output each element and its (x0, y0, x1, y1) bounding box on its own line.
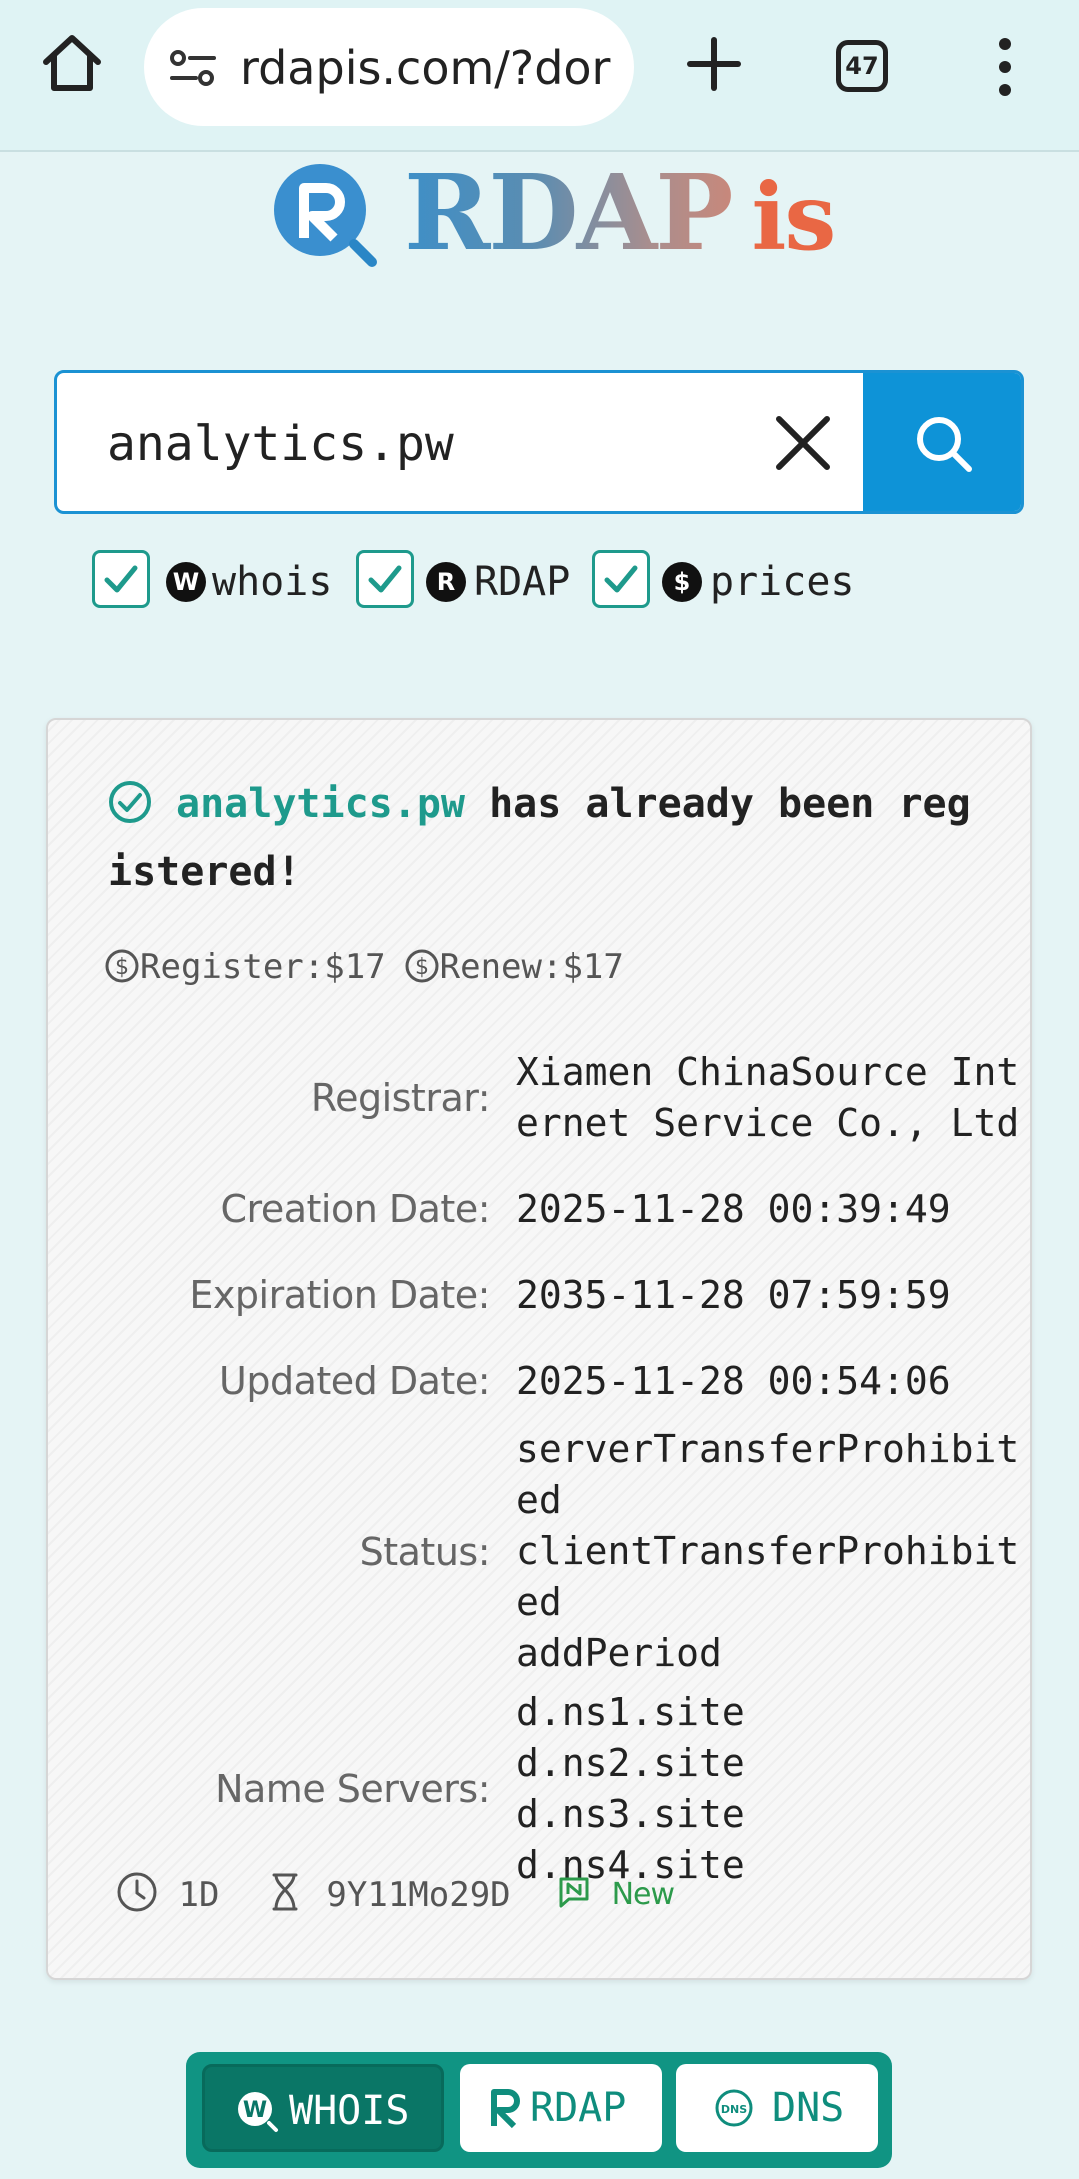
rdap-search-logo-icon (274, 164, 377, 267)
site-settings-icon[interactable] (168, 48, 218, 88)
rdap-icon: R (426, 562, 466, 602)
url-text[interactable]: rdapis.com/?dor (240, 38, 620, 98)
status-item: serverTransferProhibited (516, 1427, 1020, 1522)
svg-text:W: W (243, 2098, 267, 2123)
creation-date-value: 2025-11-28 00:39:49 (516, 1186, 951, 1231)
prices-checkbox[interactable] (592, 550, 650, 608)
table-row: Status: serverTransferProhibited clientT… (74, 1424, 1024, 1679)
table-row: Creation Date: 2025-11-28 00:39:49 (74, 1166, 1024, 1252)
address-bar[interactable]: rdapis.com/?dor (144, 8, 634, 126)
status-value: serverTransferProhibited clientTransferP… (516, 1424, 1024, 1679)
checkmark-icon (604, 565, 638, 593)
home-button[interactable] (38, 30, 106, 98)
browser-toolbar: rdapis.com/?dor 47 (0, 0, 1079, 152)
updated-date-label: Updated Date: (219, 1359, 490, 1403)
table-row: Registrar: Xiamen ChinaSource Internet S… (74, 1030, 1024, 1166)
dollar-icon: $ (662, 562, 702, 602)
domain-search-input[interactable] (107, 409, 747, 479)
rdap-icon (491, 2089, 520, 2129)
more-vert-icon (999, 38, 1011, 96)
logo-wordmark: RDAP is (404, 158, 837, 272)
tab-whois[interactable]: W WHOIS (202, 2064, 444, 2152)
tab-whois-label: WHOIS (289, 2088, 410, 2134)
dns-globe-icon: DNS (715, 2089, 753, 2127)
check-circle-icon (109, 781, 151, 823)
site-logo[interactable]: RDAP is (268, 158, 836, 271)
hourglass-icon (272, 1873, 298, 1910)
domain-search-form (54, 370, 1024, 514)
dollar-icon: $ (105, 949, 139, 982)
svg-text:$: $ (415, 955, 429, 980)
checkmark-icon (104, 565, 138, 593)
prices-label: prices (710, 559, 855, 605)
rdap-checkbox[interactable] (356, 550, 414, 608)
registrar-label: Registrar: (310, 1076, 491, 1120)
option-rdap[interactable]: R RDAP (356, 548, 576, 612)
domain-age: 1D (178, 1874, 220, 1915)
whois-details-table: Registrar: Xiamen ChinaSource Internet S… (74, 1030, 1024, 1899)
time-remaining: 9Y11Mo29D (326, 1874, 511, 1915)
table-row: Expiration Date: 2035-11-28 07:59:59 (74, 1252, 1024, 1338)
registrar-value: Xiamen ChinaSource Internet Service Co.,… (516, 1050, 1020, 1145)
price-row: $ Register:$17 $ Renew:$17 (104, 942, 642, 992)
plus-icon (687, 37, 741, 91)
more-menu-button[interactable] (990, 36, 1020, 98)
whois-icon: W (238, 2092, 278, 2132)
expiration-date-value: 2035-11-28 07:59:59 (516, 1272, 951, 1317)
clock-icon (117, 1872, 157, 1911)
tab-rdap-label: RDAP (530, 2085, 627, 2131)
whois-result-card: analytics.pw has already been registered… (46, 718, 1032, 1980)
updated-date-value: 2025-11-28 00:54:06 (516, 1358, 951, 1403)
svg-text:DNS: DNS (721, 2103, 747, 2116)
renew-price-text: Renew:$17 (439, 947, 624, 987)
whois-checkbox[interactable] (92, 550, 150, 608)
logo-is-text: is (751, 163, 837, 271)
creation-date-label: Creation Date: (220, 1187, 491, 1231)
tab-dns[interactable]: DNS DNS (676, 2064, 878, 2152)
name-server-item: d.ns1.site (516, 1690, 745, 1734)
table-row: Updated Date: 2025-11-28 00:54:06 (74, 1338, 1024, 1424)
search-icon (917, 417, 972, 472)
result-domain[interactable]: analytics.pw (176, 781, 465, 827)
name-server-item: d.ns3.site (516, 1792, 745, 1836)
status-item: addPeriod (516, 1631, 722, 1675)
tab-dns-label: DNS (772, 2085, 845, 2131)
new-tab-button[interactable] (684, 34, 744, 94)
clear-search-button[interactable] (773, 413, 833, 473)
register-price-text: Register:$17 (140, 947, 386, 987)
renew-price: $ Renew:$17 (404, 942, 624, 992)
option-whois[interactable]: W whois (92, 548, 332, 612)
name-servers-label: Name Servers: (215, 1767, 490, 1811)
status-label: Status: (359, 1529, 491, 1574)
option-prices[interactable]: $ prices (592, 548, 855, 612)
table-row: Name Servers: d.ns1.site d.ns2.site d.ns… (74, 1679, 1024, 1899)
close-icon (776, 416, 830, 470)
domain-meta-row: 1D 9Y11Mo29D New (116, 1868, 675, 1918)
registration-status-headline: analytics.pw has already been registered… (108, 770, 988, 906)
search-button[interactable] (863, 373, 1021, 511)
home-icon (43, 35, 101, 91)
svg-text:$: $ (115, 955, 129, 980)
rdap-label: RDAP (474, 559, 571, 605)
new-badge: New (611, 1876, 675, 1912)
logo-rdap-text: RDAP (404, 151, 734, 274)
name-servers-value: d.ns1.site d.ns2.site d.ns3.site d.ns4.s… (516, 1679, 1024, 1899)
checkmark-icon (368, 565, 402, 593)
tab-rdap[interactable]: RDAP (460, 2064, 662, 2152)
tab-switcher-button[interactable]: 47 (836, 40, 888, 92)
whois-icon: W (166, 562, 206, 602)
status-item: clientTransferProhibited (516, 1529, 1020, 1624)
expiration-date-label: Expiration Date: (189, 1273, 490, 1317)
register-price: $ Register:$17 (104, 942, 386, 992)
new-badge-icon (559, 1877, 589, 1907)
dollar-icon: $ (405, 949, 439, 982)
lookup-tab-bar: W WHOIS RDAP DNS DNS (186, 2052, 892, 2168)
whois-label: whois (212, 559, 333, 605)
name-server-item: d.ns2.site (516, 1741, 745, 1785)
